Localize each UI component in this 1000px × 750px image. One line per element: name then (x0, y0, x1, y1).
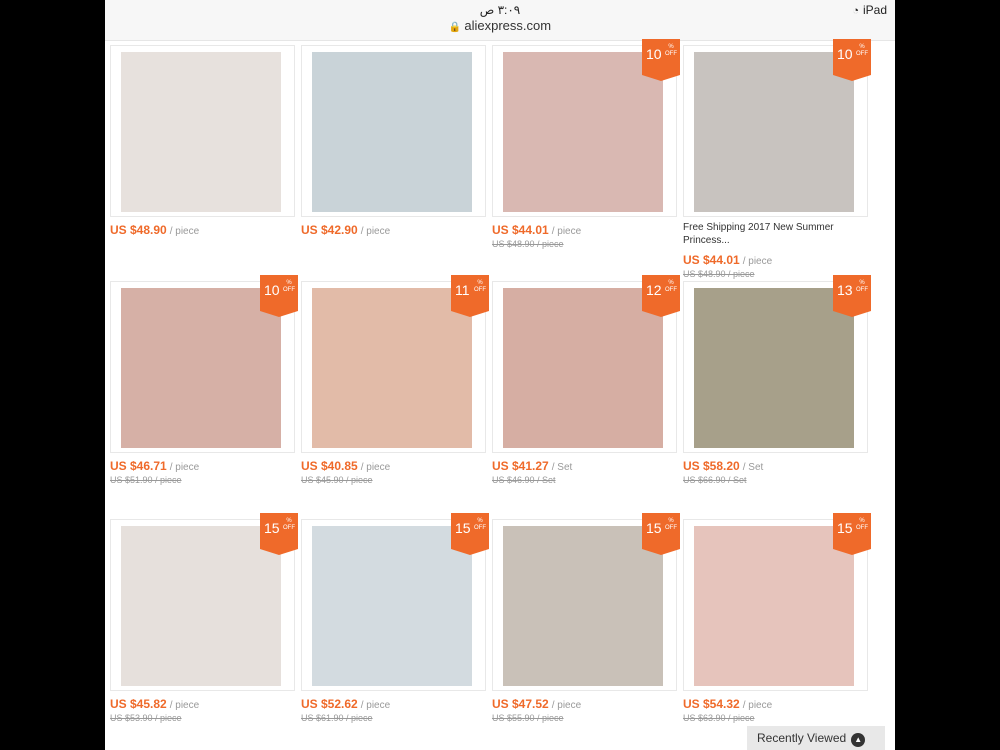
original-price: US $66.90 / Set (683, 475, 747, 485)
wifi-icon: ◔ (852, 5, 859, 17)
product-image-frame[interactable]: 10% OFF (110, 275, 298, 453)
discount-badge: 11% OFF (451, 275, 489, 317)
original-price: US $55.90 / piece (492, 713, 564, 723)
product-card[interactable]: 12% OFF US $41.27/ Set US $46.90 / Set (492, 275, 680, 485)
product-image-frame[interactable]: 15% OFF (683, 513, 871, 691)
product-image[interactable] (312, 526, 472, 686)
product-image[interactable] (121, 52, 281, 212)
product-image[interactable] (503, 288, 663, 448)
discount-badge: 15% OFF (260, 513, 298, 555)
original-price: US $45.90 / piece (301, 475, 373, 485)
product-price: US $44.01/ piece (492, 223, 582, 237)
recently-viewed-button[interactable]: Recently Viewed ▲ (747, 726, 885, 750)
product-card[interactable]: 11% OFF US $40.85/ piece US $45.90 / piece (301, 275, 489, 485)
product-price: US $54.32/ piece (683, 697, 773, 711)
discount-badge: 15% OFF (451, 513, 489, 555)
product-card[interactable]: 10% OFF US $44.01/ piece US $48.90 / piece (492, 39, 680, 249)
product-image[interactable] (503, 526, 663, 686)
product-card[interactable]: 15% OFF US $45.82/ piece US $53.90 / piece (110, 513, 298, 723)
product-card[interactable]: US $48.90/ piece (110, 45, 295, 237)
device-label: iPad (862, 3, 887, 17)
discount-badge: 10% OFF (642, 39, 680, 81)
product-price: US $40.85/ piece (301, 459, 391, 473)
product-image[interactable] (312, 52, 472, 212)
address-bar[interactable]: 🔒 aliexpress.com (105, 18, 895, 33)
device-indicator: ◔ iPad (852, 3, 887, 17)
discount-badge: 10% OFF (833, 39, 871, 81)
original-price: US $48.90 / piece (492, 239, 564, 249)
browser-screen: ٣:٠٩ ص 🔒 aliexpress.com ◔ iPad US $48.90/ … (105, 0, 895, 750)
product-image-frame[interactable]: 11% OFF (301, 275, 489, 453)
product-image-frame[interactable]: 10% OFF (492, 39, 680, 217)
product-price: US $52.62/ piece (301, 697, 391, 711)
product-price: US $46.71/ piece (110, 459, 200, 473)
original-price: US $53.90 / piece (110, 713, 182, 723)
recently-viewed-label: Recently Viewed (757, 731, 847, 745)
product-price: US $48.90/ piece (110, 223, 200, 237)
status-bar: ٣:٠٩ ص 🔒 aliexpress.com ◔ iPad (105, 0, 895, 41)
discount-badge: 15% OFF (833, 513, 871, 555)
original-price: US $51.90 / piece (110, 475, 182, 485)
chevron-up-icon: ▲ (851, 733, 866, 747)
product-image[interactable] (694, 526, 854, 686)
product-image[interactable] (694, 288, 854, 448)
discount-badge: 10% OFF (260, 275, 298, 317)
discount-badge: 15% OFF (642, 513, 680, 555)
lock-icon: 🔒 (448, 22, 462, 33)
product-card[interactable]: US $42.90/ piece (301, 45, 486, 237)
product-image-frame[interactable]: 10% OFF (683, 39, 871, 217)
product-price: US $58.20/ Set (683, 459, 764, 473)
product-image-frame[interactable]: 13% OFF (683, 275, 871, 453)
product-card[interactable]: 15% OFF US $54.32/ piece US $63.90 / piece (683, 513, 871, 723)
product-image-frame[interactable]: 15% OFF (301, 513, 489, 691)
product-price: US $44.01/ piece (683, 253, 773, 267)
product-card[interactable]: 10% OFF Free Shipping 2017 New Summer Prin… (683, 39, 871, 279)
product-card[interactable]: 15% OFF US $47.52/ piece US $55.90 / piece (492, 513, 680, 723)
product-image[interactable] (694, 52, 854, 212)
product-image[interactable] (121, 526, 281, 686)
product-image-frame[interactable]: 15% OFF (492, 513, 680, 691)
product-price: US $41.27/ Set (492, 459, 573, 473)
original-price: US $63.90 / piece (683, 713, 755, 723)
product-price: US $45.82/ piece (110, 697, 200, 711)
product-image[interactable] (312, 288, 472, 448)
product-card[interactable]: 10% OFF US $46.71/ piece US $51.90 / piece (110, 275, 298, 485)
discount-badge: 12% OFF (642, 275, 680, 317)
url-text: aliexpress.com (464, 18, 552, 33)
product-image[interactable] (503, 52, 663, 212)
product-image-frame[interactable] (110, 45, 295, 217)
product-price: US $42.90/ piece (301, 223, 391, 237)
status-time: ٣:٠٩ ص (479, 3, 521, 17)
product-image-frame[interactable]: 15% OFF (110, 513, 298, 691)
product-card[interactable]: 15% OFF US $52.62/ piece US $61.90 / piece (301, 513, 489, 723)
product-image[interactable] (121, 288, 281, 448)
product-image-frame[interactable] (301, 45, 486, 217)
product-price: US $47.52/ piece (492, 697, 582, 711)
original-price: US $46.90 / Set (492, 475, 556, 485)
original-price: US $61.90 / piece (301, 713, 373, 723)
discount-badge: 13% OFF (833, 275, 871, 317)
product-card[interactable]: 13% OFF US $58.20/ Set US $66.90 / Set (683, 275, 871, 485)
product-image-frame[interactable]: 12% OFF (492, 275, 680, 453)
product-title[interactable]: Free Shipping 2017 New Summer Princess..… (683, 221, 868, 247)
